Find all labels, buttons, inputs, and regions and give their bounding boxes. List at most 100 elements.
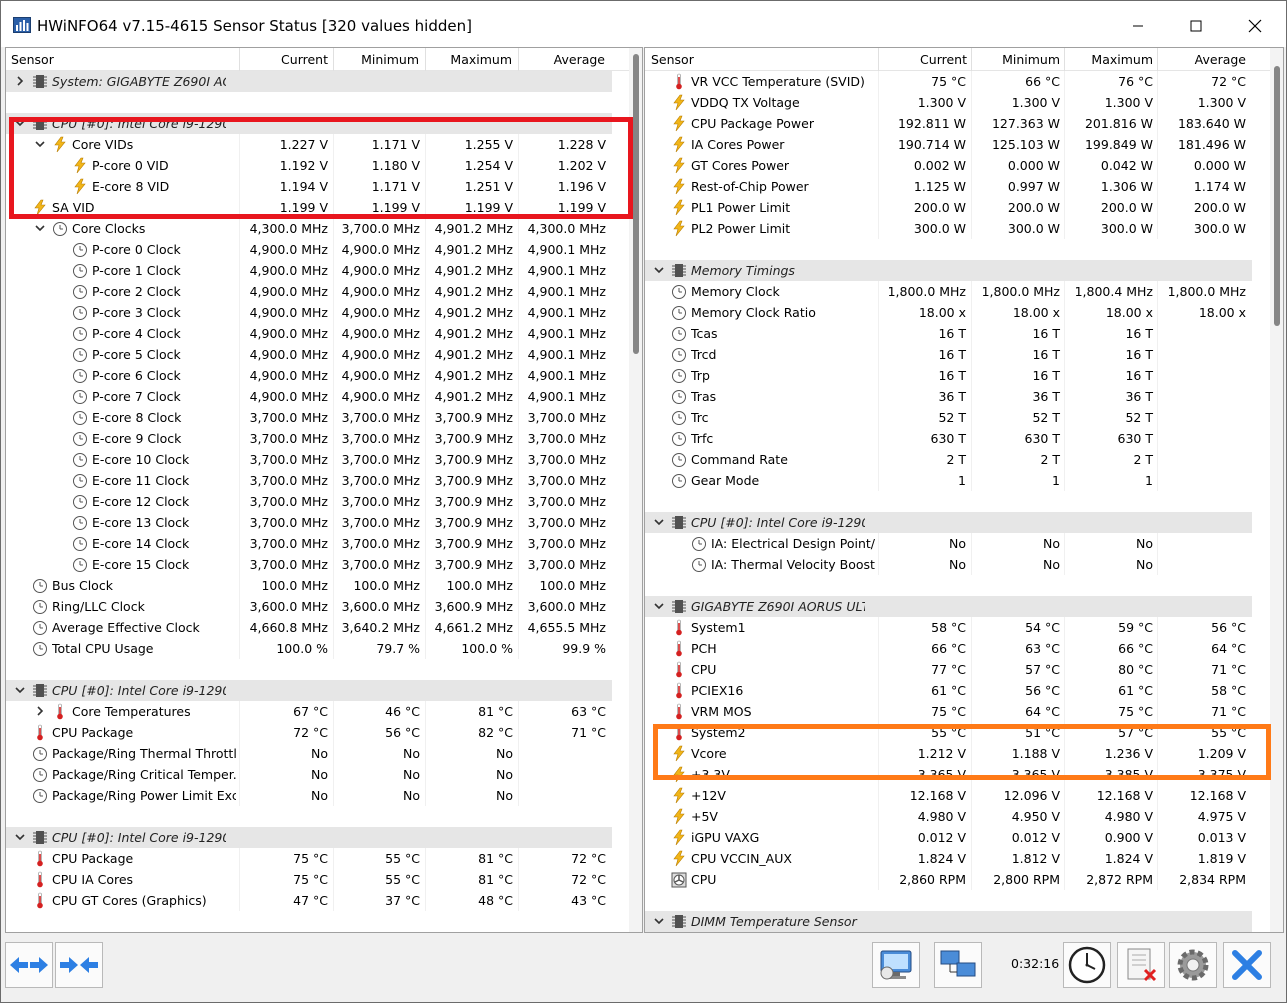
chevron-down-icon[interactable] <box>14 831 26 843</box>
sensor-row-trc[interactable]: Trc 52 T 52 T 52 T <box>645 407 1252 428</box>
sensor-row-ia-electrical-design-point[interactable]: IA: Electrical Design Point/... No No No <box>645 533 1252 554</box>
col-minimum[interactable]: Minimum <box>1002 52 1060 67</box>
chevron-down-icon[interactable] <box>653 516 665 528</box>
sensor-row-trcd[interactable]: Trcd 16 T 16 T 16 T <box>645 344 1252 365</box>
chevron-down-icon[interactable] <box>34 222 46 234</box>
sensor-row-e-core-11-clock[interactable]: E-core 11 Clock 3,700.0 MHz 3,700.0 MHz 3,7… <box>6 470 612 491</box>
sensor-row-p-core-4-clock[interactable]: P-core 4 Clock 4,900.0 MHz 4,900.0 MHz 4,90… <box>6 323 612 344</box>
chevron-down-icon[interactable] <box>34 138 46 150</box>
title-bar[interactable]: HWiNFO64 v7.15-4615 Sensor Status [320 v… <box>1 1 1286 47</box>
col-minimum[interactable]: Minimum <box>361 52 419 67</box>
sensor-row-vcore[interactable]: Vcore 1.212 V 1.188 V 1.236 V 1.209 V <box>645 743 1252 764</box>
sensor-row-p-core-6-clock[interactable]: P-core 6 Clock 4,900.0 MHz 4,900.0 MHz 4,90… <box>6 365 612 386</box>
sensor-group-row[interactable]: System: GIGABYTE Z690I AO... <box>6 71 612 92</box>
sensor-row-trfc[interactable]: Trfc 630 T 630 T 630 T <box>645 428 1252 449</box>
timer-button[interactable] <box>1063 942 1111 988</box>
scrollbar-left[interactable] <box>629 48 642 932</box>
col-current[interactable]: Current <box>920 52 967 67</box>
sensor-row-command-rate[interactable]: Command Rate 2 T 2 T 2 T <box>645 449 1252 470</box>
sensor-row-vrm-mos[interactable]: VRM MOS 75 °C 64 °C 75 °C 71 °C <box>645 701 1252 722</box>
sensor-row-cpu[interactable]: CPU 77 °C 57 °C 80 °C 71 °C <box>645 659 1252 680</box>
col-average[interactable]: Average <box>554 52 605 67</box>
sensor-row-cpu[interactable]: CPU 2,860 RPM 2,800 RPM 2,872 RPM 2,834 RPM <box>645 869 1252 890</box>
sensor-row-system1[interactable]: System1 58 °C 54 °C 59 °C 56 °C <box>645 617 1252 638</box>
sensor-row-e-core-8-clock[interactable]: E-core 8 Clock 3,700.0 MHz 3,700.0 MHz 3,70… <box>6 407 612 428</box>
minimize-button[interactable] <box>1115 11 1161 41</box>
chevron-right-icon[interactable] <box>34 705 46 717</box>
sensor-row-pl1-power-limit[interactable]: PL1 Power Limit 200.0 W 200.0 W 200.0 W 200.… <box>645 197 1252 218</box>
sensor-row-bus-clock[interactable]: Bus Clock 100.0 MHz 100.0 MHz 100.0 MHz 100.… <box>6 575 612 596</box>
sensor-group-row[interactable]: CPU [#0]: Intel Core i9-1290... <box>645 512 1252 533</box>
sensor-row-ring-llc-clock[interactable]: Ring/LLC Clock 3,600.0 MHz 3,600.0 MHz 3,60… <box>6 596 612 617</box>
settings-button[interactable] <box>1169 942 1217 988</box>
sensor-row-e-core-13-clock[interactable]: E-core 13 Clock 3,700.0 MHz 3,700.0 MHz 3,7… <box>6 512 612 533</box>
sensor-row-p-core-0-vid[interactable]: P-core 0 VID 1.192 V 1.180 V 1.254 V 1.202 V <box>6 155 612 176</box>
sensor-row-core-temperatures[interactable]: Core Temperatures 67 °C 46 °C 81 °C 63 °C <box>6 701 612 722</box>
sensor-row-5v[interactable]: +5V 4.980 V 4.950 V 4.980 V 4.975 V <box>645 806 1252 827</box>
scroll-thumb[interactable] <box>1274 66 1280 326</box>
collapse-all-button[interactable] <box>55 942 103 988</box>
sensor-row-sa-vid[interactable]: SA VID 1.199 V 1.199 V 1.199 V 1.199 V <box>6 197 612 218</box>
sensor-row-e-core-10-clock[interactable]: E-core 10 Clock 3,700.0 MHz 3,700.0 MHz 3,7… <box>6 449 612 470</box>
sensor-row-p-core-1-clock[interactable]: P-core 1 Clock 4,900.0 MHz 4,900.0 MHz 4,90… <box>6 260 612 281</box>
sensor-row-tcas[interactable]: Tcas 16 T 16 T 16 T <box>645 323 1252 344</box>
col-average[interactable]: Average <box>1195 52 1246 67</box>
col-current[interactable]: Current <box>281 52 328 67</box>
logging-button[interactable] <box>1117 942 1165 988</box>
chevron-down-icon[interactable] <box>653 915 665 927</box>
sensor-row-cpu-ia-cores[interactable]: CPU IA Cores 75 °C 55 °C 81 °C 72 °C <box>6 869 612 890</box>
sensor-row-e-core-14-clock[interactable]: E-core 14 Clock 3,700.0 MHz 3,700.0 MHz 3,7… <box>6 533 612 554</box>
col-sensor[interactable]: Sensor <box>11 52 54 67</box>
sensor-row-memory-clock[interactable]: Memory Clock 1,800.0 MHz 1,800.0 MHz 1,800.… <box>645 281 1252 302</box>
sensor-row-cpu-package[interactable]: CPU Package 72 °C 56 °C 82 °C 71 °C <box>6 722 612 743</box>
sensor-row-vr-vcc-temperature-svid[interactable]: VR VCC Temperature (SVID) 75 °C 66 °C 76 °C… <box>645 71 1252 92</box>
sensor-row-pciex16[interactable]: PCIEX16 61 °C 56 °C 61 °C 58 °C <box>645 680 1252 701</box>
chevron-down-icon[interactable] <box>653 600 665 612</box>
sensor-group-row[interactable]: CPU [#0]: Intel Core i9-1290... <box>6 680 612 701</box>
sensor-row-package-ring-thermal-throttl[interactable]: Package/Ring Thermal Throttl... No No No <box>6 743 612 764</box>
sensor-row-rest-of-chip-power[interactable]: Rest-of-Chip Power 1.125 W 0.997 W 1.306 W 1… <box>645 176 1252 197</box>
sensor-row-core-clocks[interactable]: Core Clocks 4,300.0 MHz 3,700.0 MHz 4,901.2… <box>6 218 612 239</box>
sensor-row-memory-clock-ratio[interactable]: Memory Clock Ratio 18.00 x 18.00 x 18.00 x 1… <box>645 302 1252 323</box>
sensor-row-e-core-9-clock[interactable]: E-core 9 Clock 3,700.0 MHz 3,700.0 MHz 3,70… <box>6 428 612 449</box>
sensor-row-p-core-0-clock[interactable]: P-core 0 Clock 4,900.0 MHz 4,900.0 MHz 4,90… <box>6 239 612 260</box>
chevron-down-icon[interactable] <box>653 264 665 276</box>
sensor-row-cpu-package[interactable]: CPU Package 75 °C 55 °C 81 °C 72 °C <box>6 848 612 869</box>
sensor-row-e-core-8-vid[interactable]: E-core 8 VID 1.194 V 1.171 V 1.251 V 1.196 V <box>6 176 612 197</box>
expand-all-button[interactable] <box>5 942 53 988</box>
sensor-panel-left[interactable]: Sensor Current Minimum Maximum Average S… <box>5 47 643 933</box>
col-sensor[interactable]: Sensor <box>651 52 694 67</box>
sensor-row-ia-thermal-velocity-boost[interactable]: IA: Thermal Velocity Boost No No No <box>645 554 1252 575</box>
network-button[interactable] <box>934 942 982 988</box>
sensor-row-igpu-vaxg[interactable]: iGPU VAXG 0.012 V 0.012 V 0.900 V 0.013 V <box>645 827 1252 848</box>
sensor-row-core-vids[interactable]: Core VIDs 1.227 V 1.171 V 1.255 V 1.228 V <box>6 134 612 155</box>
col-maximum[interactable]: Maximum <box>450 52 512 67</box>
sensor-row-pch[interactable]: PCH 66 °C 63 °C 66 °C 64 °C <box>645 638 1252 659</box>
sensor-group-row[interactable]: CPU [#0]: Intel Core i9-1290... <box>6 827 612 848</box>
sensor-row-trp[interactable]: Trp 16 T 16 T 16 T <box>645 365 1252 386</box>
sensor-row-vddq-tx-voltage[interactable]: VDDQ TX Voltage 1.300 V 1.300 V 1.300 V 1.30… <box>645 92 1252 113</box>
sensor-row-package-ring-power-limit-exc[interactable]: Package/Ring Power Limit Exc... No No No <box>6 785 612 806</box>
chevron-down-icon[interactable] <box>14 117 26 129</box>
sensor-group-row[interactable]: Memory Timings <box>645 260 1252 281</box>
scrollbar-right[interactable] <box>1270 48 1283 932</box>
sensor-row-3-3v[interactable]: +3.3V 3.365 V 3.365 V 3.385 V 3.375 V <box>645 764 1252 785</box>
maximize-button[interactable] <box>1173 11 1219 41</box>
sensor-row-ia-cores-power[interactable]: IA Cores Power 190.714 W 125.103 W 199.849 … <box>645 134 1252 155</box>
sensor-row-cpu-package-power[interactable]: CPU Package Power 192.811 W 127.363 W 201.8… <box>645 113 1252 134</box>
sensor-row-tras[interactable]: Tras 36 T 36 T 36 T <box>645 386 1252 407</box>
col-maximum[interactable]: Maximum <box>1091 52 1153 67</box>
sensor-row-pl2-power-limit[interactable]: PL2 Power Limit 300.0 W 300.0 W 300.0 W 300.… <box>645 218 1252 239</box>
scroll-thumb[interactable] <box>633 54 639 354</box>
sensor-row-package-ring-critical-temper[interactable]: Package/Ring Critical Temper... No No No <box>6 764 612 785</box>
sensor-row-p-core-5-clock[interactable]: P-core 5 Clock 4,900.0 MHz 4,900.0 MHz 4,90… <box>6 344 612 365</box>
sensor-row-12v[interactable]: +12V 12.168 V 12.096 V 12.168 V 12.168 V <box>645 785 1252 806</box>
sensor-group-row[interactable]: GIGABYTE Z690I AORUS ULT... <box>645 596 1252 617</box>
close-button[interactable] <box>1223 942 1271 988</box>
sensor-row-p-core-3-clock[interactable]: P-core 3 Clock 4,900.0 MHz 4,900.0 MHz 4,90… <box>6 302 612 323</box>
sensor-row-e-core-15-clock[interactable]: E-core 15 Clock 3,700.0 MHz 3,700.0 MHz 3,7… <box>6 554 612 575</box>
sensor-row-cpu-vccin-aux[interactable]: CPU VCCIN_AUX 1.824 V 1.812 V 1.824 V 1.819 … <box>645 848 1252 869</box>
chevron-right-icon[interactable] <box>14 75 26 87</box>
sensor-group-row[interactable]: DIMM Temperature Sensor <box>645 911 1252 932</box>
sensor-row-cpu-gt-cores-graphics[interactable]: CPU GT Cores (Graphics) 47 °C 37 °C 48 °C 43… <box>6 890 612 911</box>
